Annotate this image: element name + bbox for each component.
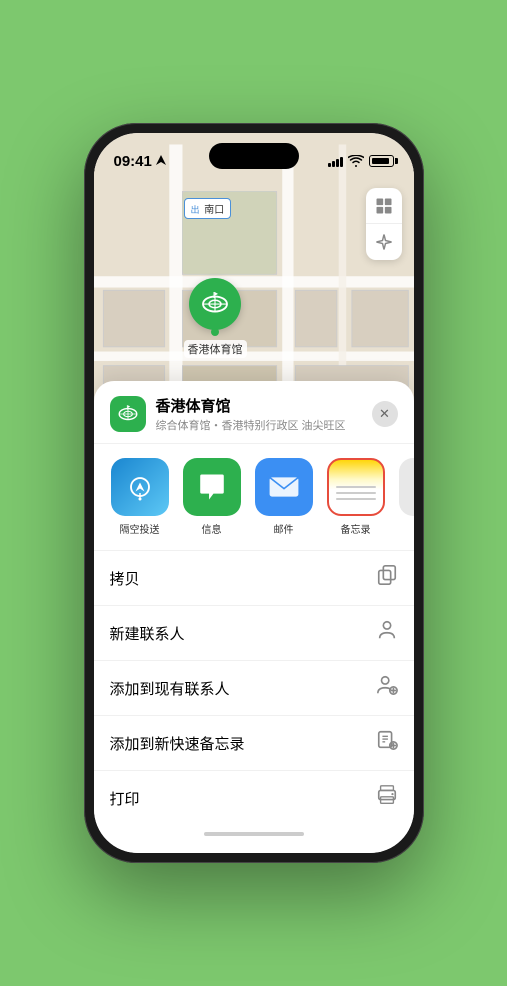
venue-pin[interactable]: 香港体育馆	[184, 278, 247, 358]
action-print[interactable]: 打印	[94, 771, 414, 825]
pin-label: 香港体育馆	[184, 340, 247, 358]
add-existing-label: 添加到现有联系人	[110, 678, 230, 699]
share-more[interactable]	[398, 458, 414, 536]
venue-subtitle: 综合体育馆・香港特别行政区 油尖旺区	[156, 417, 372, 433]
share-notes[interactable]: 备忘录	[326, 458, 386, 536]
add-existing-icon	[376, 674, 398, 702]
dynamic-island	[209, 143, 299, 169]
copy-svg-icon	[376, 564, 398, 586]
person-add-svg-icon	[376, 674, 398, 696]
stadium-icon	[200, 289, 230, 319]
status-time: 09:41	[114, 153, 152, 170]
venue-sheet-icon	[110, 396, 146, 432]
location-icon	[375, 233, 393, 251]
action-add-notes[interactable]: 添加到新快速备忘录	[94, 716, 414, 771]
person-svg-icon	[376, 619, 398, 641]
map-layer-icon	[374, 196, 394, 216]
share-messages[interactable]: 信息	[182, 458, 242, 536]
map-layer-button[interactable]	[366, 188, 402, 224]
action-copy[interactable]: 拷贝	[94, 551, 414, 606]
home-bar	[204, 832, 304, 836]
notes-icon-wrap	[327, 458, 385, 516]
share-row: 隔空投送 信息	[94, 444, 414, 551]
messages-icon	[197, 473, 227, 501]
battery-icon	[369, 155, 394, 167]
copy-label: 拷贝	[110, 568, 140, 589]
venue-name: 香港体育馆	[156, 395, 372, 416]
notes-lines	[336, 486, 376, 504]
more-icon-wrap	[399, 458, 414, 516]
mail-icon	[268, 474, 300, 500]
home-indicator	[94, 825, 414, 843]
location-arrow-icon	[156, 155, 166, 167]
share-mail[interactable]: 邮件	[254, 458, 314, 536]
print-svg-icon	[376, 784, 398, 806]
copy-icon	[376, 564, 398, 592]
notes-add-svg-icon	[376, 729, 398, 751]
wifi-icon	[348, 155, 364, 167]
messages-label: 信息	[202, 521, 222, 536]
airdrop-label: 隔空投送	[120, 521, 160, 536]
phone-screen: 09:41	[94, 133, 414, 853]
add-notes-icon	[376, 729, 398, 757]
venue-info: 香港体育馆 综合体育馆・香港特别行政区 油尖旺区	[156, 395, 372, 433]
bottom-sheet: 香港体育馆 综合体育馆・香港特别行政区 油尖旺区 ✕	[94, 381, 414, 853]
mail-label: 邮件	[274, 521, 294, 536]
print-label: 打印	[110, 788, 140, 809]
messages-icon-wrap	[183, 458, 241, 516]
airdrop-icon	[125, 472, 155, 502]
action-list: 拷贝 新建联系人	[94, 551, 414, 825]
share-airdrop[interactable]: 隔空投送	[110, 458, 170, 536]
new-contact-label: 新建联系人	[110, 623, 185, 644]
map-label-text: 南口	[204, 205, 224, 216]
status-icons	[328, 155, 394, 167]
map-controls[interactable]	[366, 188, 402, 260]
sheet-header: 香港体育馆 综合体育馆・香港特别行政区 油尖旺区 ✕	[94, 381, 414, 444]
mail-icon-wrap	[255, 458, 313, 516]
pin-circle	[189, 278, 241, 330]
new-contact-icon	[376, 619, 398, 647]
print-icon	[376, 784, 398, 812]
signal-bars-icon	[328, 155, 343, 167]
phone-frame: 09:41	[84, 123, 424, 863]
map-entrance-label: 出 南口	[184, 198, 232, 219]
add-notes-label: 添加到新快速备忘录	[110, 733, 245, 754]
venue-stadium-icon	[117, 403, 139, 425]
action-new-contact[interactable]: 新建联系人	[94, 606, 414, 661]
close-button[interactable]: ✕	[372, 401, 398, 427]
airdrop-icon-wrap	[111, 458, 169, 516]
notes-label: 备忘录	[341, 521, 371, 536]
action-add-existing[interactable]: 添加到现有联系人	[94, 661, 414, 716]
map-location-button[interactable]	[366, 224, 402, 260]
